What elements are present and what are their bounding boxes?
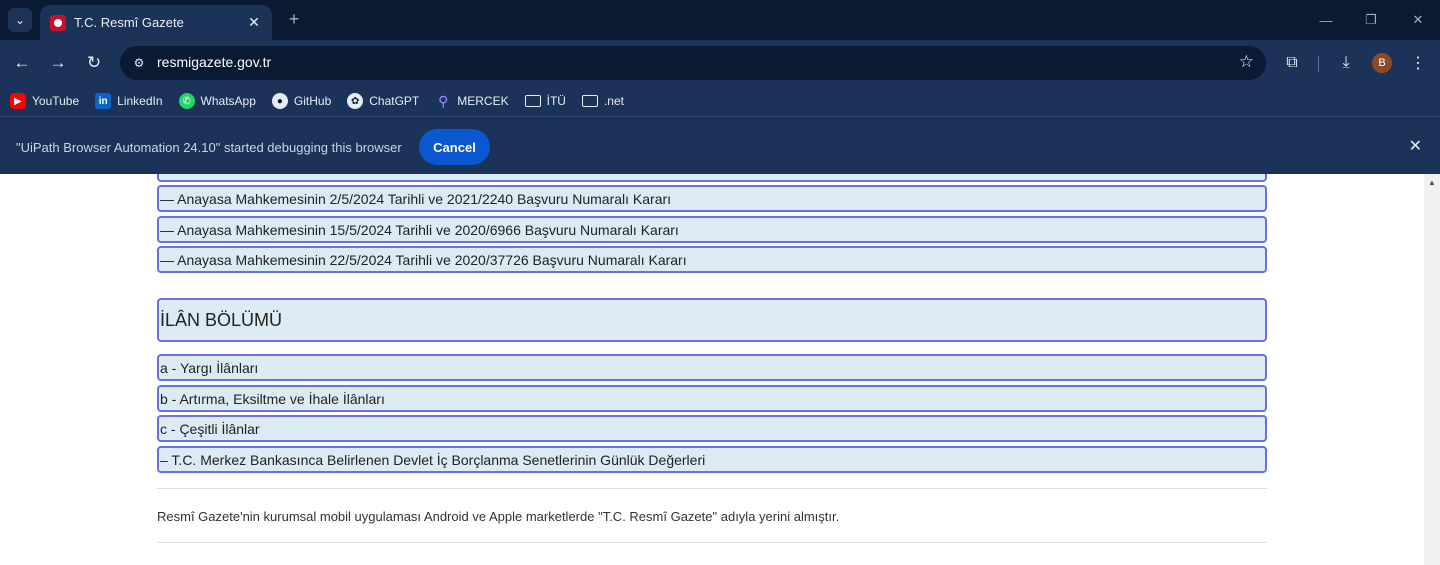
bookmark-label: LinkedIn — [117, 94, 163, 108]
close-tab-icon[interactable]: ✕ — [246, 14, 262, 31]
divider — [157, 542, 1267, 543]
download-icon[interactable]: ⤓ — [1334, 51, 1358, 75]
bookmark-label: .net — [603, 94, 624, 108]
scroll-up-arrow-icon[interactable]: ▲ — [1428, 178, 1436, 187]
folder-icon — [524, 95, 541, 107]
debugging-infobar: "UiPath Browser Automation 24.10" starte… — [0, 116, 1440, 174]
bookmark-github[interactable]: ● GitHub — [271, 93, 332, 109]
divider — [157, 488, 1267, 489]
bookmark-mercek[interactable]: ⚲ MERCEK — [435, 93, 508, 109]
chevron-down-icon: ⌄ — [14, 13, 26, 27]
close-infobar-icon[interactable]: ✕ — [1409, 136, 1422, 156]
restore-icon[interactable]: ❐ — [1361, 10, 1381, 30]
vertical-scrollbar[interactable]: ▲ — [1424, 174, 1440, 565]
section-heading-ilan: İLÂN BÖLÜMÜ — [157, 298, 1267, 342]
chatgpt-icon: ✿ — [347, 93, 364, 109]
announcement-link[interactable]: – T.C. Merkez Bankasınca Belirlenen Devl… — [157, 446, 1267, 473]
announcement-link[interactable]: b - Artırma, Eksiltme ve İhale İlânları — [157, 385, 1267, 412]
bookmark-label: MERCEK — [457, 94, 509, 108]
mobile-app-notice: Resmî Gazete'nin kurumsal mobil uygulama… — [157, 509, 840, 524]
minimize-icon[interactable]: — — [1316, 10, 1336, 30]
ruling-link[interactable]: — Anayasa Mahkemesinin 2/5/2024 Tarihli … — [157, 185, 1267, 212]
bookmark-whatsapp[interactable]: ✆ WhatsApp — [178, 93, 256, 109]
close-window-icon[interactable]: ✕ — [1408, 10, 1428, 30]
toolbar-separator — [1318, 56, 1319, 72]
menu-kebab-icon[interactable]: ⋮ — [1406, 51, 1430, 75]
tab-title: T.C. Resmî Gazete — [74, 15, 184, 30]
announcement-link[interactable]: a - Yargı İlânları — [157, 354, 1267, 381]
bookmark-label: WhatsApp — [200, 94, 256, 108]
browser-toolbar: ← → ↻ ⚙ resmigazete.gov.tr ☆ ⧉ ⤓ ⋮ — [0, 40, 1440, 86]
bookmark-linkedin[interactable]: in LinkedIn — [95, 93, 163, 109]
whatsapp-icon: ✆ — [178, 93, 195, 109]
reload-icon[interactable]: ↻ — [82, 51, 106, 75]
bookmark-youtube[interactable]: ▶ YouTube — [10, 93, 79, 109]
tab-strip: ⌄ T.C. Resmî Gazete ✕ + — ❐ ✕ — [0, 0, 1440, 40]
ruling-link[interactable]: — Anayasa Mahkemesinin 15/5/2024 Tarihli… — [157, 216, 1267, 243]
url-text[interactable]: resmigazete.gov.tr — [157, 54, 271, 70]
linkedin-icon: in — [95, 93, 112, 109]
bookmark-label: GitHub — [293, 94, 332, 108]
cancel-debugging-button[interactable]: Cancel — [419, 129, 490, 165]
bookmark-label: ChatGPT — [369, 94, 420, 108]
youtube-icon: ▶ — [10, 93, 26, 109]
folder-icon — [581, 95, 598, 107]
ruling-link[interactable]: — Anayasa Mahkemesinin 22/5/2024 Tarihli… — [157, 246, 1267, 273]
bookmark-folder-itu[interactable]: İTÜ — [524, 94, 566, 108]
bookmarks-bar: ▶ YouTube in LinkedIn ✆ WhatsApp ● GitHub ✿ C… — [0, 86, 1440, 116]
site-settings-icon[interactable]: ⚙ — [130, 54, 148, 72]
github-icon: ● — [271, 93, 288, 109]
announcement-link[interactable]: c - Çeşitli İlânlar — [157, 415, 1267, 442]
forward-icon[interactable]: → — [46, 51, 70, 75]
mercek-icon: ⚲ — [438, 92, 449, 109]
profile-avatar[interactable]: B — [1372, 53, 1392, 73]
debugging-message: "UiPath Browser Automation 24.10" starte… — [16, 140, 402, 155]
resmi-gazete-favicon-icon — [50, 14, 66, 31]
tab-search-button[interactable]: ⌄ — [8, 8, 32, 32]
bookmark-label: İTÜ — [546, 94, 566, 108]
extensions-icon[interactable]: ⧉ — [1280, 51, 1304, 75]
address-bar[interactable]: ⚙ resmigazete.gov.tr ☆ — [120, 46, 1266, 80]
bookmark-chatgpt[interactable]: ✿ ChatGPT — [347, 93, 419, 109]
back-icon[interactable]: ← — [10, 51, 34, 75]
new-tab-button[interactable]: + — [283, 8, 305, 30]
bookmark-folder-net[interactable]: .net — [581, 94, 624, 108]
tab-active[interactable]: T.C. Resmî Gazete ✕ — [40, 5, 272, 40]
bookmark-star-icon[interactable]: ☆ — [1239, 52, 1254, 72]
page-content: — Anayasa Mahkemesinin 2/5/2024 Tarihli … — [0, 174, 1424, 565]
ruling-link-partial[interactable] — [157, 174, 1267, 182]
bookmark-label: YouTube — [32, 94, 80, 108]
